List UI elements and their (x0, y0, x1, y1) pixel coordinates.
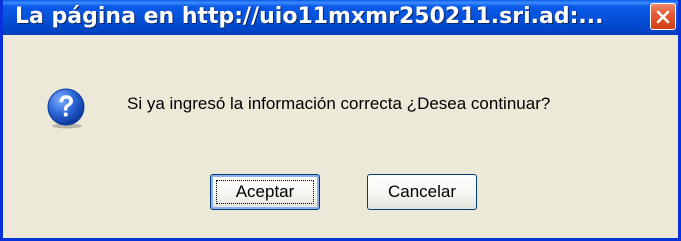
dialog-message: Si ya ingresó la información correcta ¿D… (127, 94, 551, 113)
close-icon (656, 10, 670, 23)
confirm-dialog: La página en http://uio11mxmr250211.sri.… (0, 0, 681, 241)
cancel-button[interactable]: Cancelar (367, 174, 477, 210)
title-bar[interactable]: La página en http://uio11mxmr250211.sri.… (3, 0, 678, 35)
cancel-button-label: Cancelar (387, 182, 457, 201)
dialog-body: Si ya ingresó la información correcta ¿D… (3, 35, 678, 238)
focus-ring (216, 180, 314, 204)
accept-button[interactable]: Aceptar (210, 174, 320, 210)
close-button[interactable] (650, 3, 676, 30)
question-icon (47, 88, 85, 129)
window-title: La página en http://uio11mxmr250211.sri.… (15, 4, 604, 29)
